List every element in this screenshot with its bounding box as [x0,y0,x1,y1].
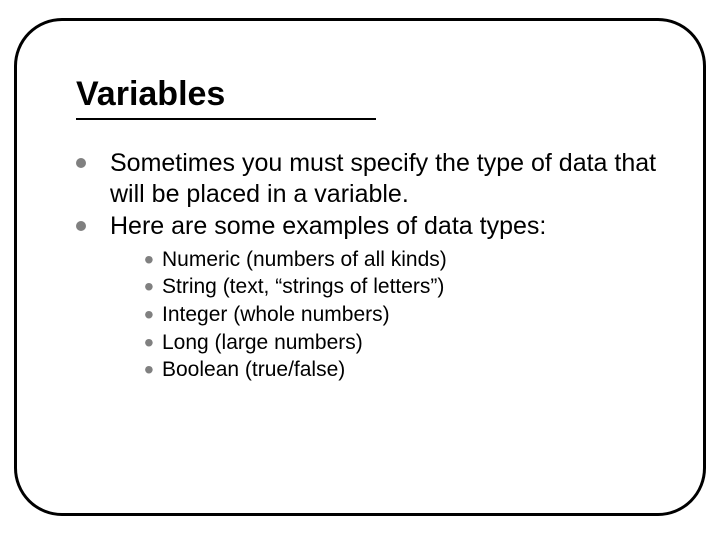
subbullet-item: Numeric (numbers of all kinds) [144,246,670,274]
subbullet-item: String (text, “strings of letters”) [144,273,670,301]
bullet-list-level2: Numeric (numbers of all kinds) String (t… [144,246,670,385]
slide-content: Variables Sometimes you must specify the… [76,75,670,384]
subbullet-item: Boolean (true/false) [144,356,670,384]
subbullet-item: Long (large numbers) [144,329,670,357]
bullet-item: Sometimes you must specify the type of d… [76,148,670,209]
bullet-list-level1: Sometimes you must specify the type of d… [76,148,670,242]
title-underline [76,118,376,120]
slide-title: Variables [76,75,670,114]
subbullet-item: Integer (whole numbers) [144,301,670,329]
bullet-item: Here are some examples of data types: [76,211,670,242]
